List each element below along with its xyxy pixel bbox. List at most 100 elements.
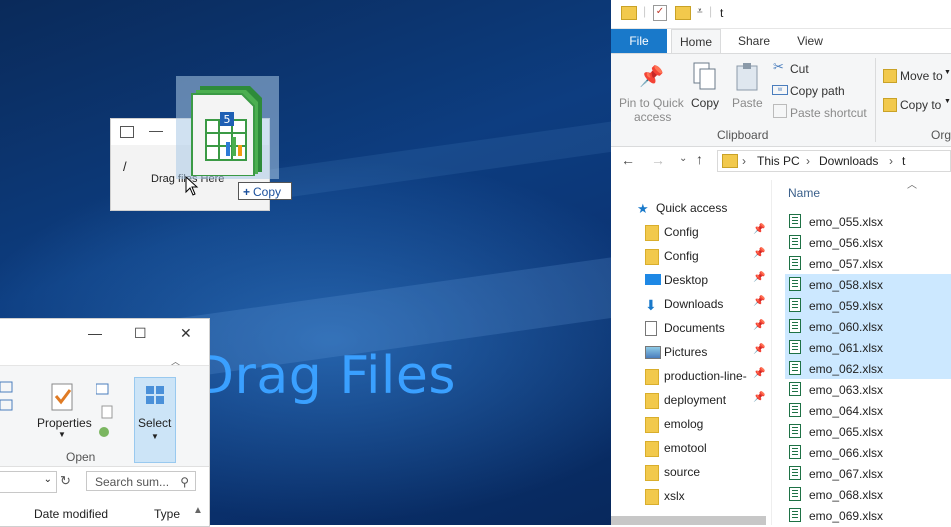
forward-arrow-icon[interactable]: → [651,152,665,168]
file-row[interactable]: emo_056.xlsx [785,232,951,253]
sidebar-item[interactable]: production-line- 📌 [611,364,766,388]
file-row[interactable]: emo_059.xlsx [785,295,951,316]
folder-icon [645,417,659,433]
sidebar-item[interactable]: source [611,460,766,484]
sidebar-item[interactable]: Documents 📌 [611,316,766,340]
column-header-type[interactable]: Type [154,507,180,521]
cut-icon[interactable]: ✂ [773,59,784,75]
file-row[interactable]: emo_060.xlsx [785,316,951,337]
copy-path-icon[interactable]: w [772,85,788,95]
sidebar-item[interactable]: xslx [611,484,766,508]
file-row[interactable]: emo_055.xlsx [785,211,951,232]
select-button[interactable]: Select ▼ [134,377,176,463]
chevron-down-icon[interactable]: ⌄ [44,474,52,485]
search-placeholder: Search sum... [95,475,170,489]
scroll-up-icon[interactable]: ▲ [193,505,203,516]
paste-icon[interactable] [735,62,759,92]
tab-share[interactable]: Share [731,29,777,53]
select-label: Select [138,416,172,430]
pin-icon: 📌 [753,272,766,283]
search-input[interactable]: Search sum... ⚲ [86,471,196,491]
paste-shortcut-icon[interactable] [773,104,787,118]
spreadsheet-file-icon: 5 [191,86,262,176]
file-row[interactable]: emo_058.xlsx [785,274,951,295]
pin-icon: 📌 [753,368,766,379]
address-bar[interactable]: ⌄ [0,471,57,493]
excel-file-icon [789,319,801,333]
properties-button[interactable]: Properties [37,416,92,430]
move-to-button[interactable]: Move to [900,69,943,83]
column-header-date[interactable]: Date modified [34,507,108,521]
nav-pane-scrollbar[interactable] [611,516,766,525]
separator: | [709,4,713,18]
search-icon: ⚲ [180,475,189,489]
pin-icon: 📌 [753,344,766,355]
chevron-down-icon: ▼ [944,69,951,76]
paste-button[interactable]: Paste [732,96,763,110]
tab-view[interactable]: View [787,29,833,53]
move-to-icon[interactable] [883,69,897,83]
sidebar-item[interactable]: Config 📌 [611,220,766,244]
copy-button[interactable]: Copy [691,96,719,110]
file-row[interactable]: emo_068.xlsx [785,484,951,505]
file-row[interactable]: emo_057.xlsx [785,253,951,274]
file-explorer-window[interactable]: | ✓ ⩡ | t File Home Share View 📌 Pin to … [611,0,951,525]
file-row[interactable]: emo_062.xlsx [785,358,951,379]
sidebar-item[interactable]: emolog [611,412,766,436]
column-header-name[interactable]: Name [788,186,820,200]
recent-locations-icon[interactable]: ⌄ [679,153,687,164]
copy-icon[interactable] [693,62,717,92]
sidebar-item[interactable]: Desktop 📌 [611,268,766,292]
home-ribbon: 📌 Pin to Quick access Copy Paste ✂ Cut w… [611,53,951,147]
sidebar-item-label: Pictures [664,345,708,359]
refresh-icon[interactable]: ↻ [60,473,71,489]
minimize-button[interactable]: — [149,122,163,138]
pin-quick-access-label-2[interactable]: access [634,110,671,124]
breadcrumb-this-pc[interactable]: This PC [757,154,800,168]
file-row[interactable]: emo_063.xlsx [785,379,951,400]
file-row[interactable]: emo_066.xlsx [785,442,951,463]
sidebar-item-label: emotool [664,441,707,455]
up-arrow-icon[interactable]: ↑ [696,151,703,167]
close-button[interactable]: ✕ [180,325,192,342]
excel-file-icon [789,466,801,480]
file-row[interactable]: emo_067.xlsx [785,463,951,484]
layout-icon[interactable] [0,380,20,414]
cut-button[interactable]: Cut [790,62,809,76]
customize-toolbar-icon[interactable]: ⩡ [697,6,703,17]
folder-icon [645,393,659,409]
secondary-explorer-window[interactable]: — ☐ ✕ ︿ Properties ▼ Open Select ▼ ⌄ ↻ S… [0,318,210,527]
new-folder-icon[interactable] [675,6,691,20]
breadcrumb-separator: › [806,154,810,168]
pin-quick-access-label[interactable]: Pin to Quick [619,96,684,110]
minimize-button[interactable]: — [88,325,102,341]
breadcrumb-t[interactable]: t [902,154,905,168]
back-arrow-icon[interactable]: ← [621,152,635,168]
open-tools-icon[interactable] [96,380,120,440]
file-row[interactable]: emo_064.xlsx [785,400,951,421]
tab-home[interactable]: Home [671,29,721,53]
properties-icon[interactable] [50,382,76,412]
breadcrumb-downloads[interactable]: Downloads [819,154,878,168]
drag-copy-tooltip: + Copy [238,182,292,200]
maximize-button[interactable]: ☐ [134,325,147,342]
sidebar-item[interactable]: Config 📌 [611,244,766,268]
tab-file[interactable]: File [611,29,667,53]
sidebar-item[interactable]: ⬇ Downloads 📌 [611,292,766,316]
file-row[interactable]: emo_061.xlsx [785,337,951,358]
drag-files-overlay: Drag Files [194,346,456,406]
sidebar-item[interactable]: emotool [611,436,766,460]
copy-path-button[interactable]: Copy path [790,84,845,98]
select-all-icon [146,386,164,404]
group-divider [875,58,876,142]
file-row[interactable]: emo_065.xlsx [785,421,951,442]
sidebar-item[interactable]: deployment 📌 [611,388,766,412]
sidebar-item[interactable]: Pictures 📌 [611,340,766,364]
sidebar-item-quick-access[interactable]: ★ Quick access [611,196,766,220]
excel-file-icon [789,424,801,438]
paste-shortcut-button[interactable]: Paste shortcut [790,106,867,120]
file-row[interactable]: emo_069.xlsx [785,505,951,526]
properties-icon[interactable]: ✓ [653,5,667,21]
copy-to-icon[interactable] [883,98,897,112]
copy-to-button[interactable]: Copy to [900,98,941,112]
